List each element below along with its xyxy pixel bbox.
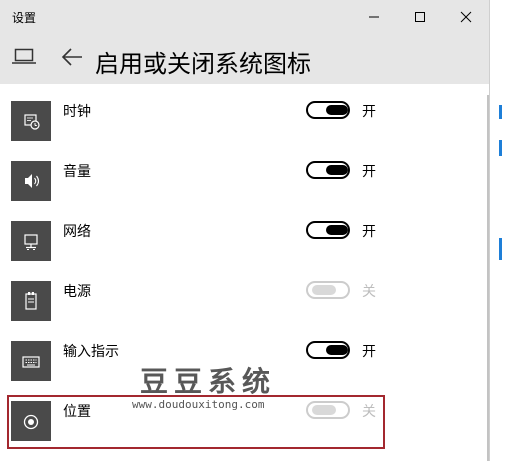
toggle-state: 开 <box>362 164 376 180</box>
page-title: 启用或关闭系统图标 <box>95 50 311 78</box>
maximize-icon <box>415 12 425 22</box>
toggle-state: 关 <box>362 284 376 300</box>
item-label: 电源 <box>63 284 91 300</box>
item-label: 输入指示 <box>63 344 119 360</box>
watermark-url: www.doudouxitong.com <box>132 398 265 411</box>
minimize-icon <box>369 16 379 18</box>
volume-tile <box>11 161 51 201</box>
network-icon <box>24 234 38 250</box>
laptop-icon <box>12 48 36 64</box>
title-bar: 设置 <box>0 0 489 34</box>
item-label: 网络 <box>63 224 91 240</box>
keyboard-tile <box>11 341 51 381</box>
input-indicator-toggle[interactable] <box>306 341 350 359</box>
volume-icon <box>25 174 40 188</box>
background-window-edge <box>489 0 506 461</box>
item-label: 时钟 <box>63 104 91 120</box>
power-tile <box>11 281 51 321</box>
clock-toggle[interactable] <box>306 101 350 119</box>
toggle-state: 开 <box>362 104 376 120</box>
watermark-title: 豆豆系统 <box>140 365 277 398</box>
clock-icon <box>24 114 40 130</box>
item-label: 音量 <box>63 164 91 180</box>
watermark: 豆豆系统 www.doudouxitong.com <box>132 360 372 418</box>
close-icon <box>460 11 472 23</box>
minimize-button[interactable] <box>351 0 397 34</box>
window-title: 设置 <box>12 11 37 25</box>
network-tile <box>11 221 51 261</box>
clock-tile <box>11 101 51 141</box>
settings-window: 设置 启用或关闭系统图标 时钟 开 音量 开 网络 开 电源 关 输入指示 开 … <box>0 0 489 461</box>
keyboard-icon <box>22 356 40 368</box>
toggle-state: 开 <box>362 224 376 240</box>
toggle-state: 开 <box>362 344 376 360</box>
close-button[interactable] <box>443 0 489 34</box>
power-toggle[interactable] <box>306 281 350 299</box>
list-item-volume: 音量 开 <box>0 144 470 204</box>
list-item-network: 网络 开 <box>0 204 470 264</box>
volume-toggle[interactable] <box>306 161 350 179</box>
back-arrow-icon[interactable] <box>61 47 83 67</box>
list-item-clock: 时钟 开 <box>0 84 470 144</box>
page-header: 启用或关闭系统图标 <box>0 34 489 84</box>
list-item-power: 电源 关 <box>0 264 470 324</box>
power-icon <box>25 292 37 310</box>
network-toggle[interactable] <box>306 221 350 239</box>
maximize-button[interactable] <box>397 0 443 34</box>
